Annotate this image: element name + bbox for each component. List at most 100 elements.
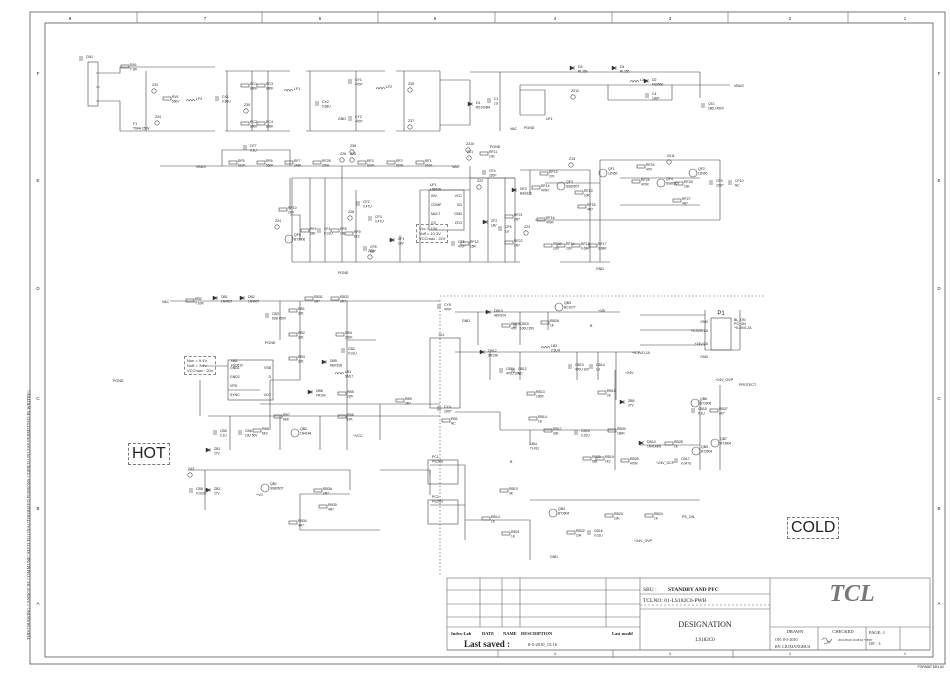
component-value: BT3906 bbox=[294, 238, 305, 242]
component-ref: Z30 bbox=[244, 103, 250, 107]
resistor-icon bbox=[709, 408, 719, 413]
component-ref: RB15 bbox=[607, 389, 616, 393]
column-marker: 1 bbox=[904, 652, 906, 656]
component-value: 2R7 bbox=[405, 402, 411, 406]
component-value: 0.68U bbox=[322, 105, 331, 109]
component-lb2: LB22.5UH bbox=[540, 344, 561, 353]
component-d1: D1RS1006M bbox=[467, 101, 491, 110]
component-qb6: QB6BT3906 bbox=[690, 397, 711, 408]
component-ref: QB4 bbox=[558, 507, 565, 511]
component-ref: CF6 bbox=[505, 225, 512, 229]
tcl-logo: TCL bbox=[829, 581, 874, 607]
component-ref: DB1 bbox=[221, 295, 228, 299]
capacitor-icon bbox=[701, 103, 705, 108]
component-ref: L1 bbox=[640, 78, 644, 82]
wire-net bbox=[440, 71, 730, 131]
component-rf15: RF154R7 bbox=[577, 203, 596, 212]
component-value: BT3906 bbox=[700, 402, 711, 406]
component-z25: Z25 bbox=[349, 152, 356, 163]
resistor-icon bbox=[501, 323, 511, 328]
capacitor-icon bbox=[674, 458, 678, 463]
title-block: SBU : STANDBY AND PFC TCLNO: 01-LS182C0-… bbox=[446, 577, 931, 657]
component-value: 100U 35V bbox=[520, 327, 535, 331]
component-ref: Z011 bbox=[667, 154, 675, 158]
capacitor-icon bbox=[215, 96, 219, 101]
test-point-icon bbox=[347, 215, 353, 221]
resistor-icon bbox=[330, 296, 340, 301]
component-ref: RB29 bbox=[511, 322, 520, 326]
test-point-icon bbox=[407, 124, 413, 130]
component-value: 6U8 450V bbox=[272, 317, 287, 321]
column-marker: 5 bbox=[434, 16, 437, 21]
component-cb3: CB36U8 450V bbox=[265, 312, 287, 321]
component-rc3: RC3680K bbox=[256, 82, 274, 91]
component-value: 1U bbox=[596, 368, 601, 372]
diode-icon bbox=[212, 295, 218, 301]
component-ref: RF22 bbox=[514, 239, 523, 243]
component-value: FSQ510 bbox=[231, 364, 243, 368]
component-ref: ZF2 bbox=[491, 219, 497, 223]
component-ref: RF2 bbox=[396, 159, 403, 163]
diode-icon bbox=[511, 187, 517, 193]
component-ref: RF15 bbox=[587, 203, 596, 207]
component-ref: Z25 bbox=[350, 152, 356, 156]
component-ref: RB5 bbox=[347, 390, 354, 394]
component-ref: D3 bbox=[578, 65, 583, 69]
component-cf3: CF30.47U bbox=[368, 215, 384, 224]
test-point-icon bbox=[476, 184, 482, 190]
last-saved-label: Last saved : bbox=[464, 639, 510, 649]
component-ref: QF1 bbox=[608, 167, 615, 171]
component-value: 510K bbox=[238, 164, 246, 168]
component-rb14: RB141K bbox=[528, 415, 547, 424]
component-z30: Z30 bbox=[243, 103, 250, 114]
component-rb29: RB2947K bbox=[501, 322, 520, 331]
net-label: PROTECT bbox=[739, 383, 757, 387]
wire-net bbox=[519, 85, 546, 116]
component-db5: DB5HER108 bbox=[321, 359, 342, 368]
resistor-icon bbox=[300, 228, 310, 233]
component-ref: CX2 bbox=[322, 100, 329, 104]
component-value: 470U 16V bbox=[575, 368, 590, 372]
component-rb20: RB2068K bbox=[582, 455, 601, 464]
component-ref: DB6 bbox=[316, 389, 323, 393]
component-ref: CB18 bbox=[698, 407, 707, 411]
component-db1: DB11N4007 bbox=[212, 295, 232, 304]
component-ref: UB1 bbox=[231, 359, 238, 363]
component-zb1: ZB127V bbox=[205, 447, 221, 456]
component-rb23: RB2310K bbox=[604, 512, 623, 521]
net-label: B bbox=[590, 324, 593, 328]
resistor-icon bbox=[256, 160, 266, 165]
component-ref: Z24 bbox=[275, 219, 281, 223]
header-index-lab: Index-Lab bbox=[451, 631, 472, 636]
component-ref: RF28 bbox=[322, 159, 331, 163]
component-rc4: RC4680K bbox=[256, 120, 274, 129]
component-ref: RF17 bbox=[598, 242, 607, 246]
component-value: 10K bbox=[584, 194, 591, 198]
component-value: 0.022U bbox=[196, 492, 207, 496]
component-ref: CB13 bbox=[575, 363, 584, 367]
capacitor-icon bbox=[189, 488, 193, 493]
component-db12: DB12SR158 bbox=[479, 349, 498, 358]
component-ref: RF11 bbox=[489, 150, 497, 154]
component-value: SS8050T bbox=[270, 487, 283, 491]
component-ref: RB32 bbox=[340, 295, 349, 299]
component-ref: Z310 bbox=[466, 142, 474, 146]
component-cb16: CB160.01U bbox=[587, 529, 603, 538]
net-label: VBUS bbox=[734, 84, 744, 88]
capacitor-icon bbox=[437, 406, 441, 411]
component-ref: QB1 bbox=[270, 482, 277, 486]
resistor-icon bbox=[337, 391, 347, 396]
component-value: T 3R bbox=[130, 68, 138, 72]
resistor-icon bbox=[543, 243, 553, 248]
component-value: 0.01U bbox=[348, 352, 357, 356]
component-ref: UF1 bbox=[430, 183, 437, 187]
header-description: DESCRIPTION bbox=[521, 631, 553, 636]
component-value: 22K bbox=[298, 360, 305, 364]
component-value: 680K bbox=[266, 125, 274, 129]
resistor-icon bbox=[288, 356, 298, 361]
component-ref: TS1 bbox=[438, 333, 444, 337]
resistor-icon bbox=[631, 179, 641, 184]
transistor-icon bbox=[656, 178, 666, 188]
component-value: 220P bbox=[716, 184, 723, 188]
capacitor-icon bbox=[348, 116, 352, 121]
